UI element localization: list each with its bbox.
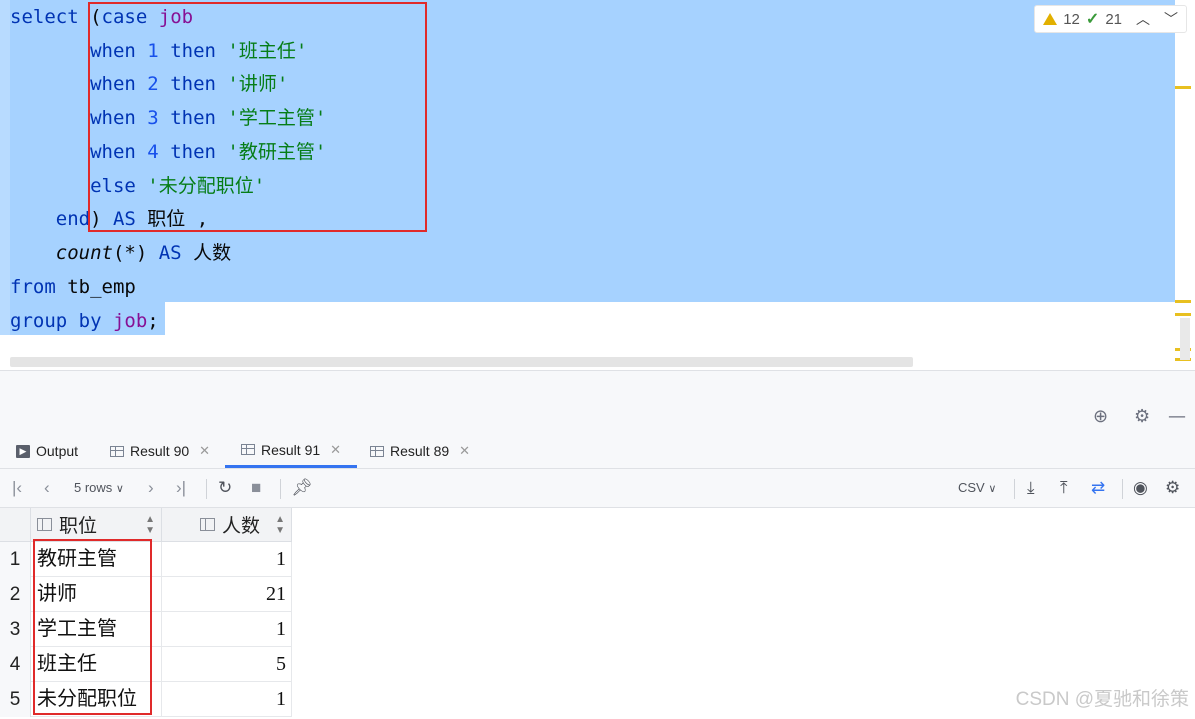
tab-output[interactable]: ▶ Output [16, 434, 78, 468]
table-cell-count[interactable]: 21 [162, 577, 292, 612]
table-cell-count[interactable]: 1 [162, 612, 292, 647]
code-token: tb_emp [55, 276, 136, 298]
table-icon [241, 444, 255, 455]
typo-check-icon: ✓ [1085, 11, 1100, 28]
error-stripe-mark[interactable] [1175, 86, 1191, 89]
toolbar-separator [1122, 479, 1123, 499]
toolbar-separator [1014, 479, 1015, 499]
tab-label: Result 89 [390, 443, 450, 459]
column-header-job[interactable]: 职位 ▲ ▼ [31, 508, 162, 542]
chevron-down-icon: ∨ [115, 483, 124, 495]
sort-icon[interactable]: ▲ ▼ [275, 514, 285, 536]
previous-problem-icon[interactable]: ︿ [1136, 9, 1150, 29]
table-cell-count[interactable]: 5 [162, 647, 292, 682]
horizontal-scrollbar[interactable] [10, 357, 913, 367]
inspection-widget[interactable]: 12 ✓ 21 ︿ ﹀ [1034, 5, 1187, 33]
tab-result-90[interactable]: Result 90 ✕ [110, 434, 210, 468]
output-icon: ▶ [16, 444, 30, 458]
view-icon[interactable]: ◉ [1133, 469, 1148, 507]
last-page-icon[interactable]: ›| [176, 469, 186, 507]
target-icon[interactable]: ⊕ [1093, 406, 1108, 427]
code-token: ; [147, 310, 159, 332]
results-toolbar: |‹ ‹ 5 rows ∨ › ›| ↻ ■ 📌︎ CSV ∨ ⤓ ⤒ ⇄ ◉ … [0, 469, 1195, 508]
next-page-icon[interactable]: › [148, 469, 154, 507]
row-number[interactable]: 5 [0, 682, 31, 717]
settings-icon[interactable]: ⚙ [1165, 469, 1180, 507]
tab-label: Output [36, 443, 79, 459]
rows-count-dropdown[interactable]: 5 rows ∨ [74, 469, 124, 507]
case-expression-highlight [88, 2, 427, 232]
tab-result-89[interactable]: Result 89 ✕ [370, 434, 470, 468]
row-number[interactable]: 3 [0, 612, 31, 647]
row-number[interactable]: 4 [0, 647, 31, 682]
code-line: from tb_emp [10, 270, 136, 304]
upload-icon[interactable]: ⤒ [1060, 469, 1068, 507]
sql-editor[interactable]: select (case job when 1 then '班主任' when … [0, 0, 1195, 370]
table-icon [370, 445, 384, 457]
close-icon[interactable]: ✕ [459, 443, 470, 459]
export-format-dropdown[interactable]: CSV ∨ [958, 469, 996, 507]
export-format-label: CSV [958, 480, 985, 495]
tab-label: Result 90 [130, 443, 190, 459]
download-icon[interactable]: ⤓ [1027, 469, 1035, 507]
code-token: 人数 [181, 242, 232, 264]
warning-count: 12 [1063, 10, 1080, 28]
next-problem-icon[interactable]: ﹀ [1164, 9, 1178, 29]
selection-gutter [0, 0, 10, 335]
table-cell-count[interactable]: 1 [162, 542, 292, 577]
minimize-icon[interactable]: — [1168, 406, 1186, 427]
gear-icon[interactable]: ⚙ [1134, 406, 1150, 427]
error-stripe-mark[interactable] [1175, 300, 1191, 303]
row-number[interactable]: 1 [0, 542, 31, 577]
code-token: AS [158, 242, 182, 264]
column-icon [200, 518, 215, 531]
services-tool-window-header [0, 370, 1195, 435]
column-header-label: 职位 [59, 516, 98, 537]
close-icon[interactable]: ✕ [330, 442, 341, 458]
stop-icon[interactable]: ■ [251, 469, 261, 507]
code-line: group by job; [10, 304, 159, 338]
compare-icon[interactable]: ⇄ [1091, 469, 1105, 507]
code-token: group by [10, 310, 102, 332]
code-token: select [10, 6, 79, 28]
warning-icon [1043, 13, 1058, 25]
toolbar-separator [280, 479, 281, 499]
column-icon [37, 518, 52, 531]
column-header-label: 人数 [222, 516, 261, 537]
code-token: count [55, 242, 113, 264]
row-number[interactable]: 2 [0, 577, 31, 612]
code-token: end [10, 208, 91, 230]
table-icon [110, 445, 124, 457]
tab-label: Result 91 [261, 441, 321, 458]
code-token: from [10, 276, 56, 298]
chevron-down-icon: ∨ [988, 483, 997, 495]
watermark: CSDN @夏驰和徐策 [1015, 689, 1189, 710]
pin-icon[interactable]: 📌︎ [291, 469, 313, 507]
code-line: count(*) AS 人数 [10, 236, 231, 270]
column-header-count[interactable]: 人数 ▲ ▼ [162, 508, 292, 542]
error-stripe-mark[interactable] [1175, 313, 1191, 316]
tab-result-91[interactable]: Result 91 ✕ [225, 434, 358, 468]
code-token: job [112, 310, 148, 332]
previous-page-icon[interactable]: ‹ [44, 469, 50, 507]
typo-count: 21 [1105, 10, 1122, 28]
close-icon[interactable]: ✕ [199, 443, 210, 459]
code-token: (*) [112, 242, 159, 264]
vertical-scrollbar[interactable] [1180, 318, 1190, 360]
toolbar-separator [206, 479, 207, 499]
grid-corner [0, 508, 31, 542]
sort-icon[interactable]: ▲ ▼ [145, 514, 155, 536]
result-tabs: ▶ Output Result 90 ✕ Result 91 ✕ Result … [0, 434, 1195, 469]
refresh-icon[interactable]: ↻ [218, 469, 232, 507]
first-page-icon[interactable]: |‹ [12, 469, 22, 507]
job-column-highlight [33, 539, 152, 715]
table-cell-count[interactable]: 1 [162, 682, 292, 717]
rows-count-label: 5 rows [74, 480, 113, 495]
